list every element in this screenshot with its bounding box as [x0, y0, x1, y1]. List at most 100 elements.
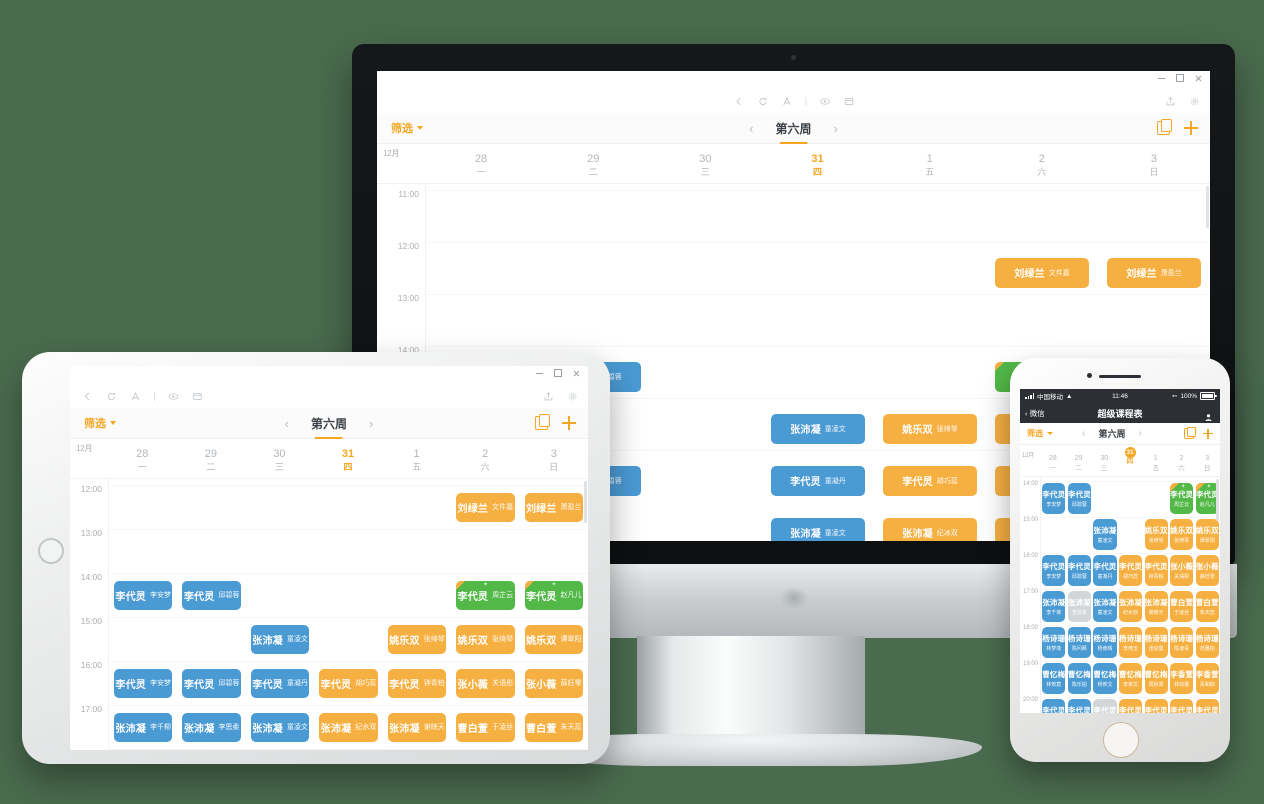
back-arrow-icon[interactable]	[733, 96, 744, 107]
back-arrow-icon[interactable]	[82, 391, 93, 402]
maximize-button[interactable]	[1176, 74, 1184, 82]
calendar-event[interactable]: 李代灵 胡巧蕊	[319, 668, 378, 698]
day-column-header-3[interactable]: 31 四	[1117, 447, 1143, 473]
calendar-event[interactable]: 张沛凝 纪水双	[319, 712, 378, 742]
day-column-3[interactable]: 张沛凝童凌文李代灵童凝丹张沛凝童凌文杨诗珊杨南晴曹忆梅杨攸文李代灵纪白桃	[762, 184, 874, 541]
calendar-event[interactable]: 李代灵 童凝丹	[250, 668, 310, 698]
day-column-6[interactable]: 刘绿兰萧盈兰✦李代灵赵凡儿姚乐双谭翠阳张小薇薛妊零曹白萱朱天蕊杨诗珊范雅柏李香萱…	[519, 479, 588, 750]
calendar-event[interactable]: 姚乐双 谭翠阳	[524, 624, 583, 654]
day-column-header-4[interactable]: 1五	[382, 439, 451, 478]
calendar-event[interactable]: 张沛凝 童凌文	[771, 413, 865, 444]
plus-icon[interactable]	[1184, 121, 1198, 135]
back-button[interactable]: ‹ 微信	[1025, 408, 1045, 419]
calendar-event[interactable]: ✦李代灵周芷云	[1170, 483, 1194, 515]
day-column-header-5[interactable]: 2六	[451, 439, 520, 478]
day-column-header-2[interactable]: 30 三	[1091, 447, 1117, 473]
calendar-event[interactable]: 张小薇关语彤	[456, 668, 515, 698]
day-column-5[interactable]: ✦ 李代灵 周芷云 姚乐双 张绮琴 张小薇 关语彤 曹白萱 于凌丝 杨诗珊 陈凌青 李香萱 林幼蕾 李代灵…	[1168, 477, 1195, 713]
calendar-event[interactable]: ✦李代灵周芷云	[456, 580, 515, 610]
reload-icon[interactable]	[757, 96, 768, 107]
calendar-event[interactable]: 李代灵李安梦	[114, 580, 173, 610]
day-column-0[interactable]: 李代灵李安梦李代灵李安梦张沛凝李千柳杨诗珊林梦菲曹忆梅林攸宸	[109, 479, 178, 750]
copy-icon[interactable]	[1184, 426, 1196, 439]
calendar-event[interactable]: 李代灵李安梦	[1042, 555, 1066, 587]
calendar-event[interactable]: 杨诗珊 陈问枫	[1067, 627, 1091, 659]
day-column-4[interactable]: 姚乐双张绮琴李代灵钟青柏张沛凝谢映天杨诗珊张迎曼曹忆梅周秋翠	[382, 479, 452, 750]
calendar-event[interactable]: 李代灵彭以柏	[1170, 699, 1194, 713]
calendar-event[interactable]: 姚乐双张绮琴	[883, 413, 977, 444]
day-column-3[interactable]: 李代灵胡巧蕊张沛凝纪水双杨诗珊李绮玉曹忆梅李家文李代灵钟翠琴	[1117, 477, 1144, 713]
day-column-4[interactable]: 姚乐双张绮琴李代灵钟青柏张沛凝谢映天杨诗珊张迎曼曹忆梅周秋翠李代灵迟孤萍	[1143, 477, 1169, 713]
calendar-event[interactable]: 张沛凝谢映天	[1144, 591, 1168, 623]
calendar-event[interactable]: 曹忆梅 林攸宸	[1042, 663, 1066, 695]
calendar-event[interactable]: 李香萱 青和柳	[1195, 663, 1219, 695]
calendar-event[interactable]: 曹白萱于凌丝	[456, 712, 515, 742]
calendar-event[interactable]: 杨诗珊 张迎曼	[1144, 627, 1168, 659]
font-size-icon[interactable]	[781, 96, 792, 107]
calendar-event[interactable]: 杨诗珊 杨南晴	[1093, 627, 1117, 659]
calendar-event[interactable]: 曹忆梅 李家文	[1118, 663, 1143, 695]
eye-icon[interactable]	[819, 96, 830, 107]
calendar-event[interactable]: 李代灵钟青柏	[387, 668, 447, 698]
calendar-event[interactable]: 杨诗珊 李绮玉	[1118, 627, 1143, 659]
calendar-event[interactable]: 李代灵钟翠琴	[1118, 699, 1143, 713]
filter-button[interactable]: 筛选	[391, 120, 423, 136]
day-column-header-0[interactable]: 28 一	[425, 144, 537, 183]
calendar-event[interactable]: 刘绿兰 萧盈兰	[524, 492, 583, 522]
day-column-2[interactable]	[650, 184, 762, 541]
day-column-5[interactable]: 刘绿兰文件嘉✦李代灵周芷云姚乐双张绮琴张小薇关语彤曹白萱于凌丝杨诗珊陈凌青李香萱…	[451, 479, 520, 750]
reader-icon[interactable]	[843, 96, 854, 107]
calendar-event[interactable]: 李香萱 林幼蕾	[1170, 663, 1194, 695]
calendar-event[interactable]: 张沛凝 纪水双	[1118, 591, 1143, 623]
calendar-event[interactable]: 曹忆梅 陈乐柏	[1067, 663, 1091, 695]
calendar-event[interactable]: 李代灵 胡巧蕊	[1118, 555, 1143, 587]
share-icon[interactable]	[1165, 96, 1176, 107]
vertical-scrollbar[interactable]	[584, 480, 587, 523]
calendar-event[interactable]: 张沛凝 童凌文	[1093, 591, 1117, 623]
calendar-event[interactable]: 张小薇 薛妊零	[524, 668, 583, 698]
day-column-header-0[interactable]: 28 一	[108, 439, 177, 478]
calendar-scroll-area[interactable]: 14:00 15:00 16:00 17:00 18:00 19:00 20:00 李代灵 李安…	[1020, 477, 1220, 713]
calendar-event[interactable]: 李代灵苏静美	[1067, 699, 1091, 713]
maximize-button[interactable]	[554, 369, 562, 377]
calendar-event[interactable]: 李代灵纪白桃	[1042, 699, 1066, 713]
calendar-event[interactable]: 杨诗珊 范雅柏	[1195, 627, 1219, 659]
calendar-event[interactable]: 曹白萱 朱天蕊	[524, 712, 583, 742]
calendar-event[interactable]: 李代灵邱碧蓉	[182, 580, 241, 610]
calendar-event[interactable]: 张小薇 薛妊零	[1195, 555, 1219, 587]
share-icon[interactable]	[543, 391, 554, 402]
calendar-event[interactable]: 李代灵李安梦	[114, 668, 173, 698]
prev-week-button[interactable]: ‹	[1082, 428, 1085, 439]
prev-week-button[interactable]: ‹	[749, 122, 753, 135]
calendar-event[interactable]: 李代灵邱碧蓉	[1067, 555, 1091, 587]
day-column-header-3[interactable]: 31 四	[761, 144, 873, 183]
day-column-header-6[interactable]: 3日	[1194, 447, 1220, 473]
calendar-event[interactable]: 张沛凝 纪冰双	[883, 517, 977, 541]
calendar-event[interactable]: 李代灵邱碧蓉	[182, 668, 241, 698]
next-week-button[interactable]: ›	[834, 122, 838, 135]
settings-icon[interactable]	[567, 391, 578, 402]
calendar-event[interactable]: 李代灵 童凝丹	[771, 465, 865, 496]
calendar-event[interactable]: 曹忆梅 周秋翠	[1144, 663, 1168, 695]
day-column-1[interactable]: 李代灵邱碧蓉李代灵邱碧蓉张沛凝李恩柔杨诗珊陈问枫曹忆梅陈乐柏李代灵苏静美	[1066, 477, 1093, 713]
day-column-header-1[interactable]: 29 二	[1066, 447, 1092, 473]
calendar-event[interactable]: 李代灵纪白桃	[1093, 699, 1117, 713]
vertical-scrollbar[interactable]	[1206, 185, 1209, 228]
settings-icon[interactable]	[1189, 96, 1200, 107]
calendar-event[interactable]: 张沛凝 李恩柔	[182, 712, 241, 742]
prev-week-button[interactable]: ‹	[285, 417, 289, 430]
day-column-header-4[interactable]: 1五	[874, 144, 986, 183]
calendar-event[interactable]: 杨诗珊 林梦菲	[1042, 627, 1066, 659]
calendar-event[interactable]: 曹白萱 朱天蕊	[1195, 591, 1219, 623]
day-column-header-3[interactable]: 31 四	[314, 439, 383, 478]
calendar-event[interactable]: 李代灵余汉晴	[1195, 699, 1219, 713]
day-column-header-6[interactable]: 3日	[519, 439, 588, 478]
calendar-event[interactable]: 李代灵钟青柏	[1144, 555, 1168, 587]
day-column-4[interactable]: 姚乐双张绮琴李代灵胡巧蕊张沛凝纪冰双杨诗珊李绮玉曹忆梅李家文李代灵钟翠琴	[874, 184, 986, 541]
day-column-2[interactable]: 张沛凝童凌文李代灵童凝丹张沛凝童凌文杨诗珊杨南晴曹忆梅杨攸文	[245, 479, 315, 750]
font-size-icon[interactable]	[130, 391, 141, 402]
calendar-event[interactable]: 李代灵迟孤萍	[1144, 699, 1168, 713]
calendar-event[interactable]: 张沛凝 童凌文	[250, 712, 310, 742]
calendar-event[interactable]: 张沛凝 李恩柔	[1067, 591, 1091, 623]
calendar-event[interactable]: 刘绿兰 文件嘉	[995, 257, 1089, 288]
